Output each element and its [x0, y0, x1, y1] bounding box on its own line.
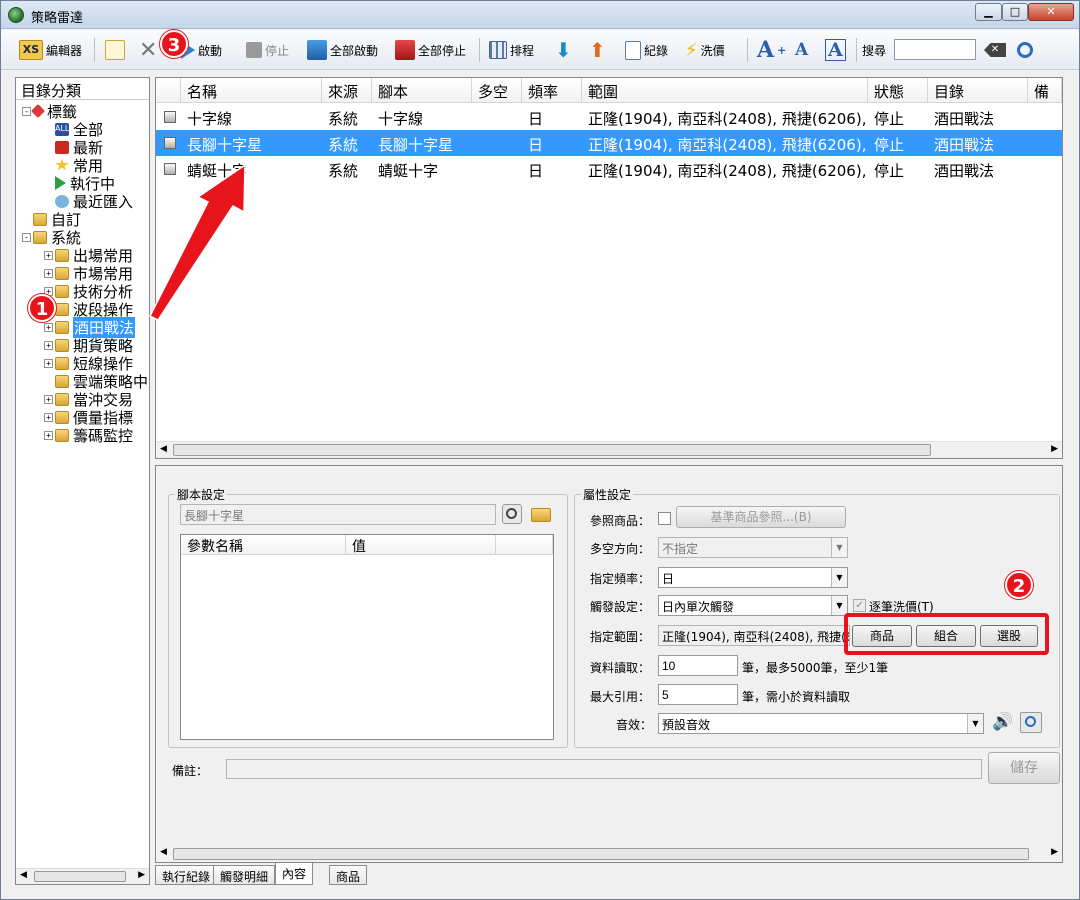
- annotation-arrow: [148, 163, 246, 321]
- annotation-badge-1: 1: [28, 294, 56, 322]
- red-arrow-icon: [148, 163, 246, 321]
- annotation-badge-3: 3: [160, 30, 188, 58]
- annotation-badge-2: 2: [1005, 571, 1033, 599]
